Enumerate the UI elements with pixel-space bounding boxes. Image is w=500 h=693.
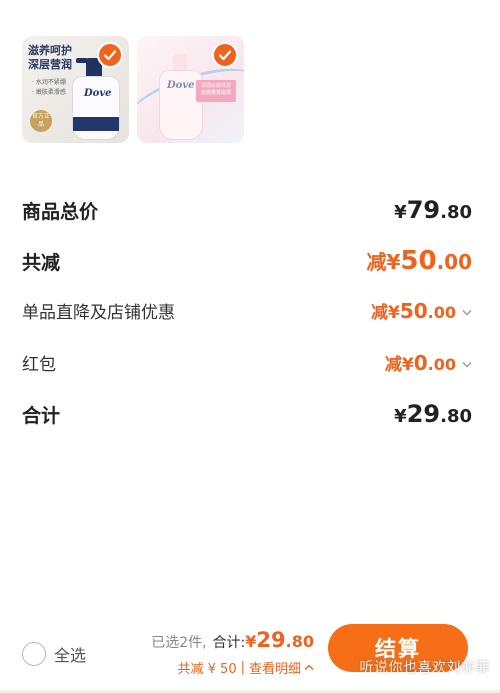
amount-decimal: .80 [440,406,472,427]
amount-integer: 79 [406,196,441,224]
store-discount-row[interactable]: 单品直降及店铺优惠 减¥ 50 .00 [22,298,472,323]
selected-check-icon[interactable] [97,42,123,68]
amount-integer: 29 [406,400,441,428]
chevron-up-icon[interactable] [304,664,314,671]
amount-integer: 50 [399,299,428,323]
amount-decimal: .80 [440,202,472,223]
total-amount: ¥ 29 .80 [394,400,472,428]
product-bottle [72,76,120,140]
red-packet-amount[interactable]: 减¥ 0 .00 [385,350,472,375]
product-2-tag: 清润水感沐浴 桃桃果香滋润 [196,80,236,102]
separator: | [240,660,245,675]
subtotal-row: 商品总价 ¥ 79 .80 [22,196,472,224]
checkout-bar: 全选 已选2件, 合计: ¥ 29 .80 共减 ¥ 50 | 查看明细 结算 … [0,612,500,693]
subtotal-amount: ¥ 79 .80 [394,196,472,224]
watermark-text: 听说你也喜欢刘亦菲 [359,660,490,676]
summary-total-line: 已选2件, 合计: ¥ 29 .80 [151,628,314,652]
subtotal-label: 商品总价 [22,200,99,223]
red-packet-row[interactable]: 红包 减¥ 0 .00 [22,350,472,375]
summary-total-value: ¥ 29 .80 [245,628,314,652]
select-all-toggle[interactable]: 全选 [22,642,86,666]
summary-discount-text: 共减 ¥ 50 [177,662,237,677]
discount-prefix: 减¥ [384,355,414,375]
select-all-radio[interactable] [22,642,46,666]
store-discount-amount[interactable]: 减¥ 50 .00 [371,298,472,323]
amount-integer: 50 [400,246,437,276]
amount-integer: 29 [256,628,286,652]
selected-check-icon[interactable] [212,42,238,68]
promo-line: 深层营润 [28,58,72,71]
selected-products: 滋养呵护 深层营润 · 水润不紧绷 · 嫩肤柔滑感 官方正品 Dove Dove… [22,36,244,143]
amount-decimal: .00 [427,355,456,374]
brand-logo: Dove [167,80,195,91]
product-1-promo: 滋养呵护 深层营润 [28,44,72,72]
official-badge: 官方正品 [30,110,52,132]
promo-line: 滋养呵护 [28,44,72,57]
product-thumbnail-1[interactable]: 滋养呵护 深层营润 · 水润不紧绷 · 嫩肤柔滑感 官方正品 Dove [22,36,129,143]
feature-line: · 水润不紧绷 [32,79,66,86]
view-details-link[interactable]: 查看明细 [249,658,301,677]
currency-symbol: ¥ [245,632,257,651]
tag-line: 桃桃果香滋润 [200,90,231,96]
select-all-label: 全选 [54,646,87,665]
discount-total-amount: 减¥ 50 .00 [366,246,472,276]
summary-total-label: 合计: [212,635,246,651]
chevron-down-icon[interactable] [462,301,472,320]
discount-total-label: 共减 [22,251,61,274]
amount-decimal: .00 [436,250,472,274]
total-row: 合计 ¥ 29 .80 [22,400,472,428]
discount-prefix: 减¥ [366,250,401,274]
total-label: 合计 [22,404,61,427]
summary-discount-line: 共减 ¥ 50 | 查看明细 [151,658,314,677]
selected-count: 已选2件, [151,635,207,651]
currency-symbol: ¥ [394,406,407,427]
discount-prefix: 减¥ [370,303,400,323]
chevron-down-icon[interactable] [462,353,472,372]
feature-line: · 嫩肤柔滑感 [32,89,66,96]
discount-total-row: 共减 减¥ 50 .00 [22,246,472,276]
brand-logo: Dove [84,88,112,99]
order-summary: 已选2件, 合计: ¥ 29 .80 共减 ¥ 50 | 查看明细 [151,628,314,677]
tag-line: 清润水感沐浴 [200,83,231,89]
red-packet-label: 红包 [22,355,56,375]
product-1-features: · 水润不紧绷 · 嫩肤柔滑感 [32,78,66,98]
currency-symbol: ¥ [394,202,407,223]
product-thumbnail-2[interactable]: Dove 清润水感沐浴 桃桃果香滋润 [137,36,244,143]
amount-decimal: .80 [285,632,314,651]
store-discount-label: 单品直降及店铺优惠 [22,303,175,323]
amount-integer: 0 [413,351,428,375]
amount-decimal: .00 [427,303,456,322]
